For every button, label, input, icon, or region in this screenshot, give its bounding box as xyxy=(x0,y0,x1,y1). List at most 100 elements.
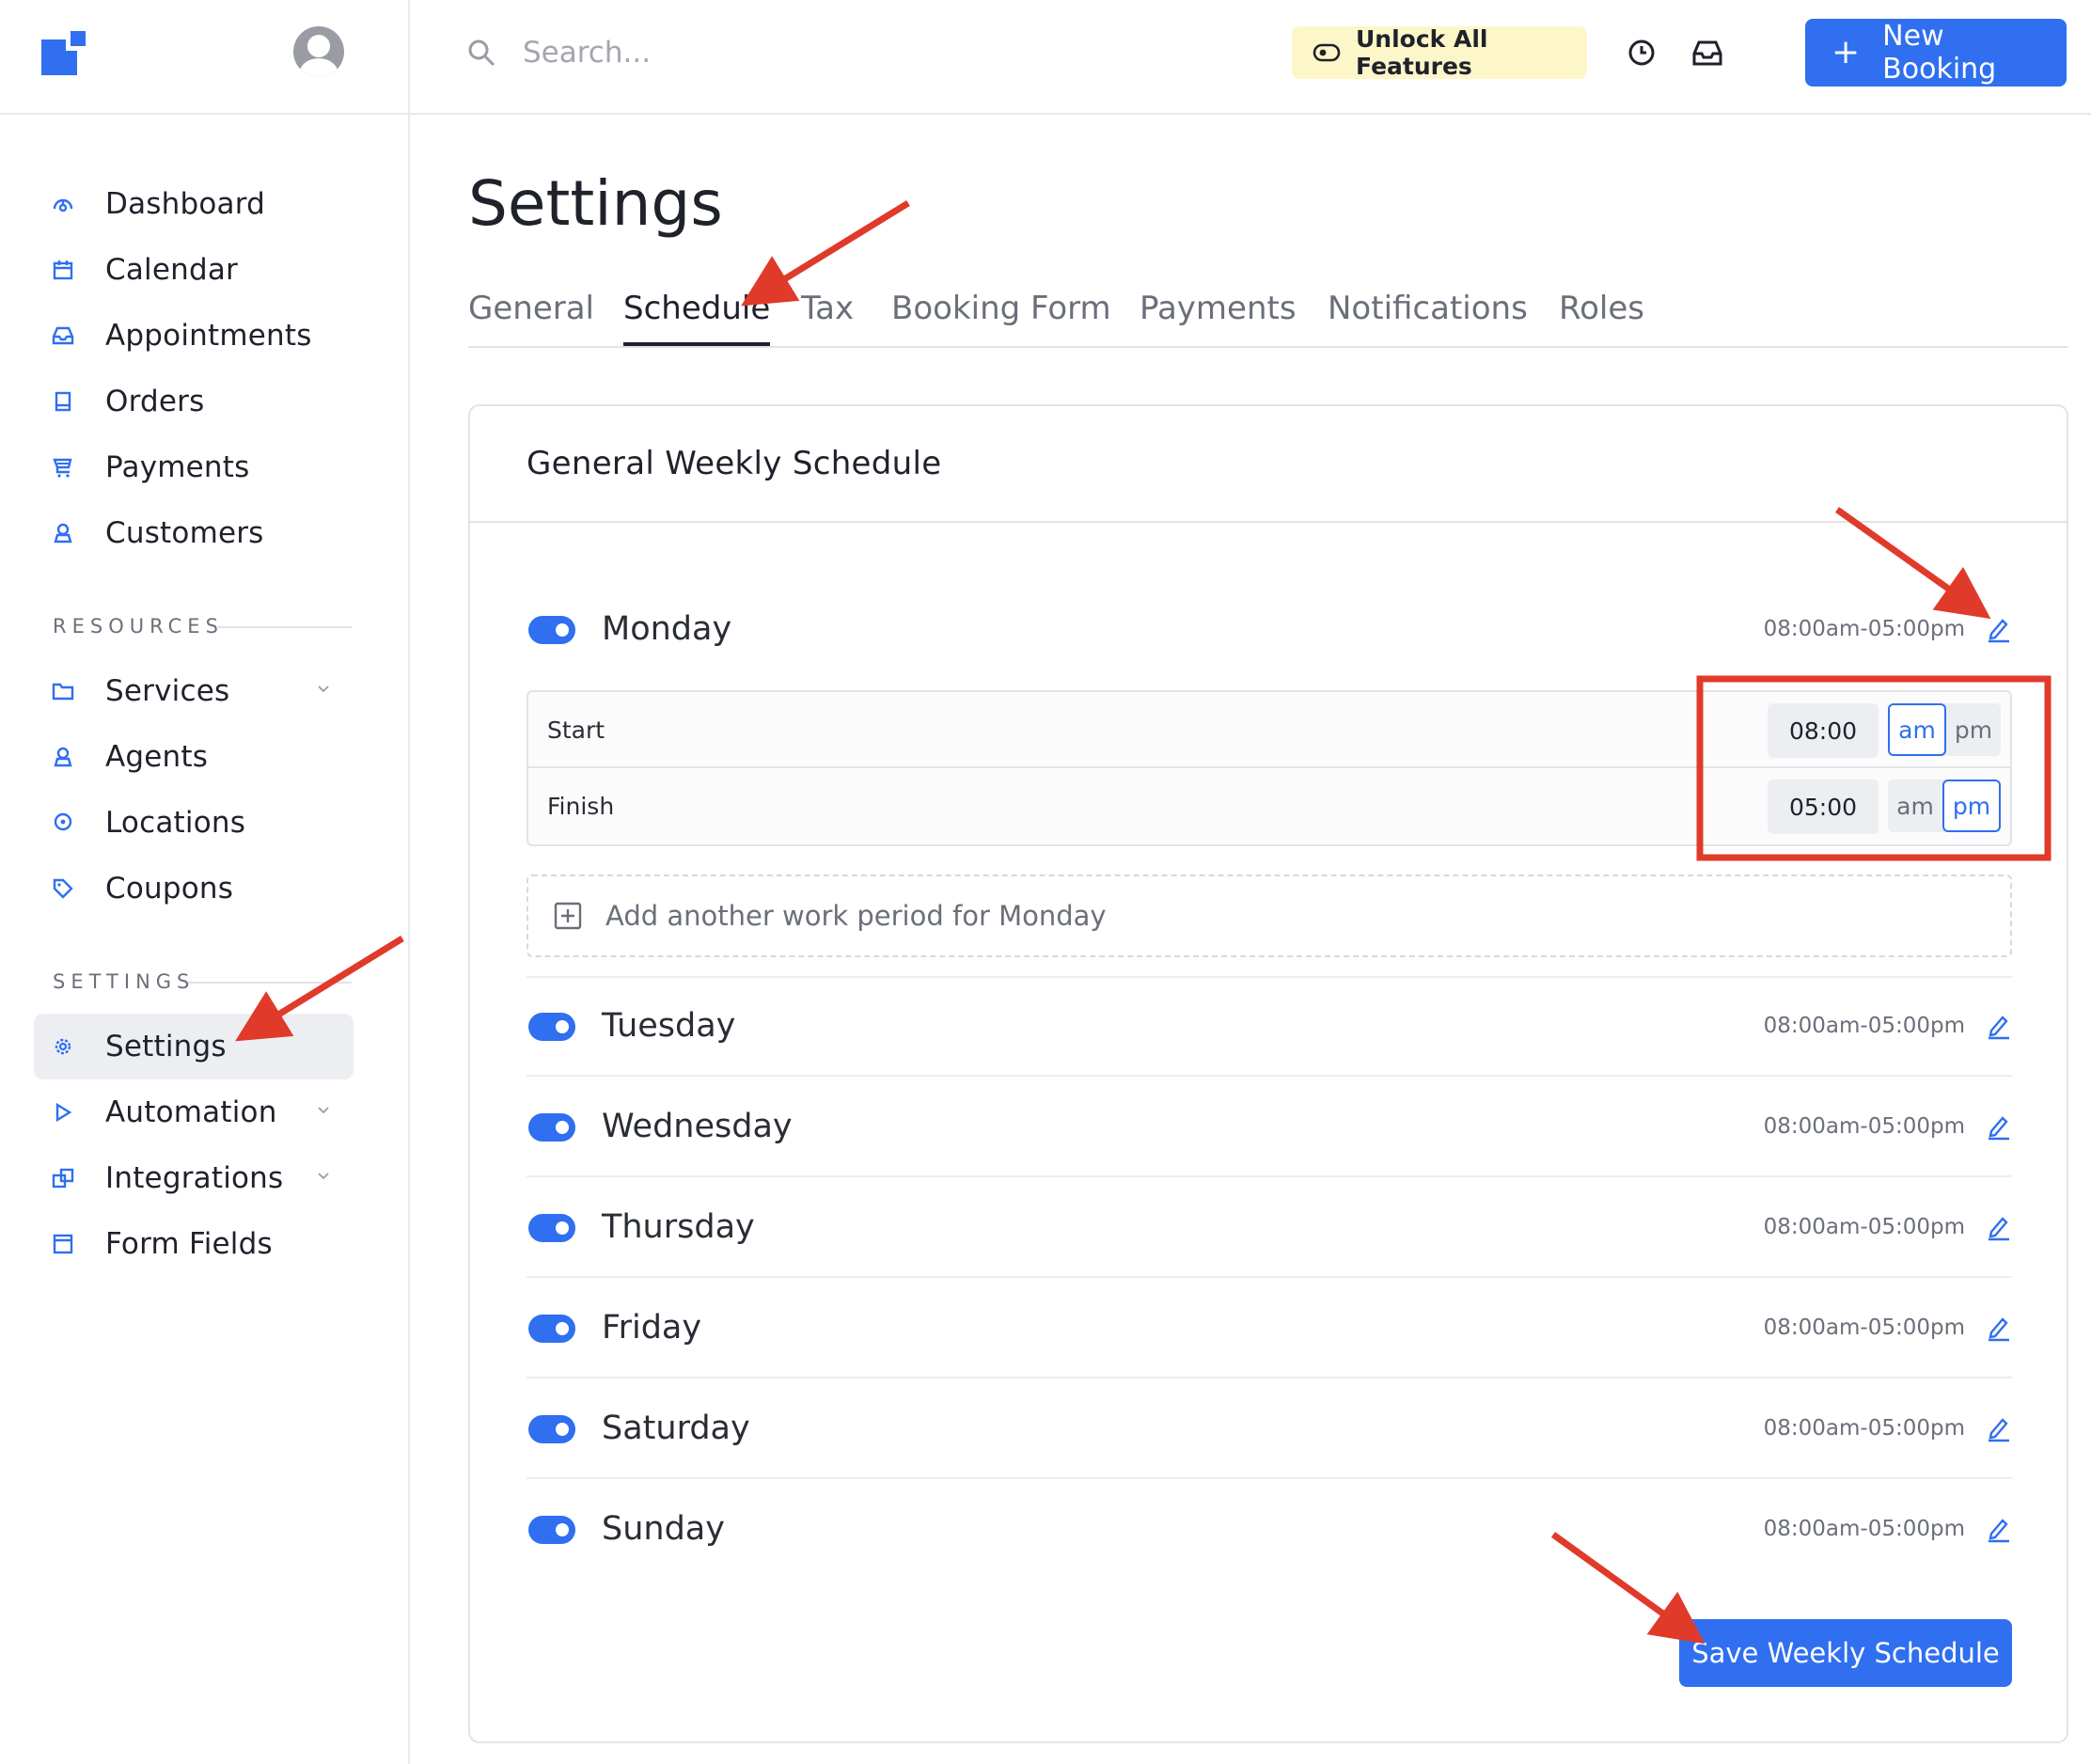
new-booking-button[interactable]: + New Booking xyxy=(1805,19,2067,87)
tab-general[interactable]: General xyxy=(468,290,594,346)
day-row-thursday: Thursday 08:00am-05:00pm xyxy=(527,1177,2012,1278)
sidebar-item-services[interactable]: Services xyxy=(34,658,354,724)
chevron-down-icon[interactable] xyxy=(316,1102,331,1121)
day-row-saturday: Saturday 08:00am-05:00pm xyxy=(527,1378,2012,1479)
inbox-icon[interactable] xyxy=(1690,38,1724,71)
sidebar-item-label: Automation xyxy=(105,1095,277,1129)
save-weekly-schedule-button[interactable]: Save Weekly Schedule xyxy=(1679,1619,2012,1687)
day-time: 08:00am-05:00pm xyxy=(1763,1014,1965,1038)
sidebar-item-payments[interactable]: Payments xyxy=(34,434,354,500)
sidebar-item-orders[interactable]: Orders xyxy=(34,369,354,434)
edit-icon[interactable] xyxy=(1986,1414,2012,1446)
sidebar-header xyxy=(0,0,408,115)
day-name: Sunday xyxy=(602,1510,725,1548)
sidebar-item-calendar[interactable]: Calendar xyxy=(34,237,354,303)
day-toggle[interactable] xyxy=(528,1415,575,1443)
sidebar-item-agents[interactable]: Agents xyxy=(34,724,354,790)
day-name: Monday xyxy=(602,610,732,648)
day-toggle[interactable] xyxy=(528,1013,575,1041)
sidebar-item-label: Customers xyxy=(105,516,264,550)
day-name: Friday xyxy=(602,1309,702,1347)
start-am-option[interactable]: am xyxy=(1888,703,1946,756)
chevron-down-icon[interactable] xyxy=(316,1168,331,1187)
day-toggle[interactable] xyxy=(528,1214,575,1242)
resources-nav: Services Agents Locations Coupons xyxy=(34,658,354,921)
settings-nav: Settings Automation Integrations Form Fi… xyxy=(34,1014,354,1277)
work-period: Start 08:00 am pm Finish 05:00 am pm xyxy=(527,690,2012,846)
tag-icon xyxy=(51,876,75,901)
add-work-period-button[interactable]: Add another work period for Monday xyxy=(527,874,2012,957)
edit-icon[interactable] xyxy=(1986,1515,2012,1547)
edit-icon[interactable] xyxy=(1986,1213,2012,1245)
day-toggle[interactable] xyxy=(528,1516,575,1544)
day-name: Tuesday xyxy=(602,1007,736,1045)
start-time-input[interactable]: 08:00 xyxy=(1768,703,1879,758)
sidebar-item-label: Calendar xyxy=(105,253,238,287)
edit-icon[interactable] xyxy=(1986,1012,2012,1044)
plus-icon: + xyxy=(1832,33,1861,71)
page-title: Settings xyxy=(468,167,723,240)
sidebar-item-coupons[interactable]: Coupons xyxy=(34,856,354,921)
clock-icon[interactable] xyxy=(1627,38,1657,71)
tab-schedule[interactable]: Schedule xyxy=(623,290,771,346)
play-icon xyxy=(51,1100,75,1125)
plus-square-icon xyxy=(553,901,583,931)
finish-ampm-toggle[interactable]: am pm xyxy=(1888,780,2001,832)
edit-icon[interactable] xyxy=(1986,615,2012,647)
tab-roles[interactable]: Roles xyxy=(1559,290,1644,346)
sidebar-item-customers[interactable]: Customers xyxy=(34,500,354,566)
tab-booking-form[interactable]: Booking Form xyxy=(891,290,1111,346)
finish-label: Finish xyxy=(547,793,615,820)
tab-notifications[interactable]: Notifications xyxy=(1328,290,1528,346)
finish-am-option[interactable]: am xyxy=(1888,780,1942,832)
start-label: Start xyxy=(547,717,605,744)
topbar: Unlock All Features + New Booking xyxy=(410,0,2091,115)
day-time: 08:00am-05:00pm xyxy=(1763,617,1965,641)
search-input[interactable] xyxy=(523,28,899,77)
logo[interactable] xyxy=(41,26,90,75)
day-toggle[interactable] xyxy=(528,616,575,644)
finish-pm-option[interactable]: pm xyxy=(1942,780,2001,832)
start-pm-option[interactable]: pm xyxy=(1946,703,2001,756)
windows-icon xyxy=(51,1166,75,1190)
tab-tax[interactable]: Tax xyxy=(801,290,854,346)
period-start-row: Start 08:00 am pm xyxy=(528,692,2010,768)
sidebar-item-appointments[interactable]: Appointments xyxy=(34,303,354,369)
unlock-features-button[interactable]: Unlock All Features xyxy=(1292,25,1587,80)
sidebar-item-label: Integrations xyxy=(105,1161,284,1195)
sidebar-item-label: Form Fields xyxy=(105,1227,273,1261)
sidebar-item-label: Payments xyxy=(105,450,250,484)
sidebar-item-locations[interactable]: Locations xyxy=(34,790,354,856)
avatar[interactable] xyxy=(293,26,344,77)
sidebar-item-label: Coupons xyxy=(105,872,234,906)
sidebar-item-label: Services xyxy=(105,674,230,708)
add-work-period-label: Add another work period for Monday xyxy=(605,900,1107,932)
sidebar-item-dashboard[interactable]: Dashboard xyxy=(34,171,354,237)
day-time: 08:00am-05:00pm xyxy=(1763,1416,1965,1441)
chevron-down-icon[interactable] xyxy=(316,681,331,700)
sidebar-item-integrations[interactable]: Integrations xyxy=(34,1145,354,1211)
sidebar-item-settings[interactable]: Settings xyxy=(34,1014,354,1079)
day-toggle[interactable] xyxy=(528,1315,575,1343)
sidebar-item-automation[interactable]: Automation xyxy=(34,1079,354,1145)
edit-icon[interactable] xyxy=(1986,1314,2012,1346)
weekly-schedule-card: General Weekly Schedule Monday 08:00am-0… xyxy=(468,404,2068,1743)
day-toggle[interactable] xyxy=(528,1113,575,1142)
search-icon xyxy=(466,38,496,71)
sidebar-item-form-fields[interactable]: Form Fields xyxy=(34,1211,354,1277)
sidebar-item-label: Orders xyxy=(105,385,205,418)
day-name: Wednesday xyxy=(602,1108,793,1145)
finish-time-input[interactable]: 05:00 xyxy=(1768,780,1879,834)
unlock-features-label: Unlock All Features xyxy=(1356,25,1488,80)
day-time: 08:00am-05:00pm xyxy=(1763,1315,1965,1340)
eye-icon xyxy=(1313,42,1341,63)
form-icon xyxy=(51,1232,75,1256)
tab-payments[interactable]: Payments xyxy=(1140,290,1297,346)
user-icon xyxy=(51,521,75,545)
new-booking-label: New Booking xyxy=(1882,20,1997,86)
divider xyxy=(188,982,352,984)
start-ampm-toggle[interactable]: am pm xyxy=(1888,703,2001,756)
edit-icon[interactable] xyxy=(1986,1112,2012,1144)
divider xyxy=(216,626,352,628)
sidebar-item-label: Dashboard xyxy=(105,187,265,221)
